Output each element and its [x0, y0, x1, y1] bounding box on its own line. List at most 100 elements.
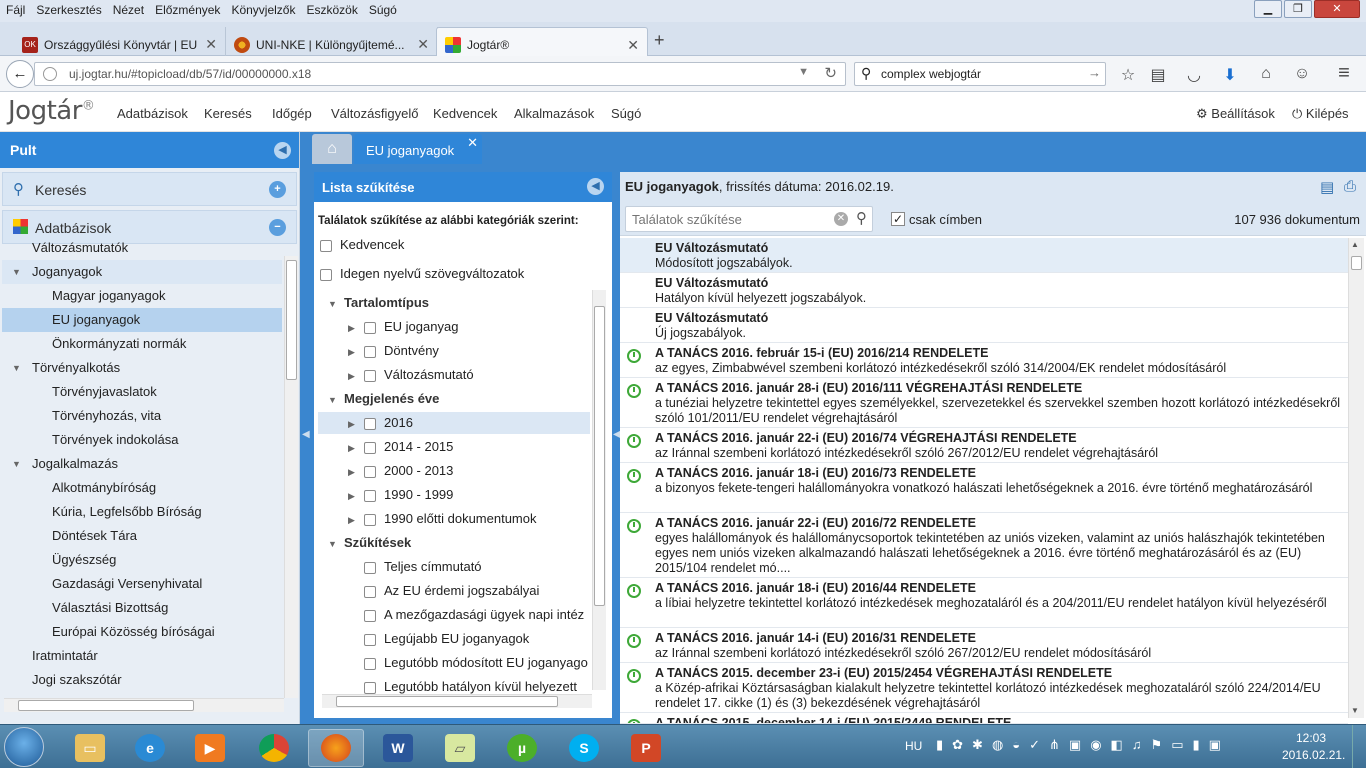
- results-filter-input[interactable]: ✕ ⚲: [625, 206, 873, 232]
- taskbar-ie[interactable]: e: [122, 729, 178, 767]
- collapse-arrow-icon[interactable]: ▼: [328, 293, 344, 314]
- tree-item[interactable]: Kúria, Legfelsőbb Bíróság: [2, 500, 282, 524]
- nav-kereses[interactable]: Keresés: [204, 106, 252, 121]
- result-row[interactable]: A TANÁCS 2015. december 14-i (EU) 2015/2…: [620, 713, 1348, 724]
- filter-category[interactable]: ▼ Tartalomtípus: [328, 292, 590, 314]
- filter-option[interactable]: A mezőgazdasági ügyek napi intéz: [364, 604, 590, 626]
- filter-checkbox[interactable]: [320, 268, 332, 281]
- tree-item[interactable]: Iratmintatár: [2, 644, 282, 668]
- result-title[interactable]: EU Változásmutató: [655, 276, 1348, 291]
- expand-arrow-icon[interactable]: ▶: [348, 317, 364, 338]
- filter-option[interactable]: ▶ 2014 - 2015: [348, 436, 590, 458]
- filter-checkbox[interactable]: [364, 657, 376, 670]
- result-row[interactable]: A TANÁCS 2016. január 14-i (EU) 2016/31 …: [620, 628, 1348, 663]
- result-title[interactable]: A TANÁCS 2016. január 14-i (EU) 2016/31 …: [655, 631, 1348, 646]
- reload-icon[interactable]: ↻: [824, 64, 837, 82]
- expand-arrow-icon[interactable]: ▶: [348, 365, 364, 386]
- clear-icon[interactable]: ✕: [834, 212, 848, 226]
- menu-history[interactable]: Előzmények: [149, 0, 225, 17]
- tree-item[interactable]: Döntések Tára: [2, 524, 282, 548]
- filter-checkbox[interactable]: [364, 465, 376, 478]
- result-row[interactable]: EU Változásmutató Hatályon kívül helyezet…: [620, 273, 1348, 308]
- filter-checkbox[interactable]: [364, 609, 376, 622]
- url-bar[interactable]: uj.jogtar.hu/#topicload/db/57/id/0000000…: [34, 62, 846, 86]
- tree-item[interactable]: Törvényhozás, vita: [2, 404, 282, 428]
- filter-checkbox[interactable]: [364, 633, 376, 646]
- language-indicator[interactable]: HU: [905, 739, 922, 753]
- taskbar-firefox[interactable]: [308, 729, 364, 767]
- scrollbar-thumb[interactable]: [594, 306, 605, 606]
- tree-item[interactable]: Magyar joganyagok: [2, 284, 282, 308]
- tree-item[interactable]: Ügyészség: [2, 548, 282, 572]
- result-row[interactable]: A TANÁCS 2016. január 18-i (EU) 2016/73 …: [620, 463, 1348, 513]
- filter-option[interactable]: Legutóbb módosított EU joganyago: [364, 652, 590, 674]
- tree-item[interactable]: Jogi szakszótár: [2, 668, 282, 692]
- download-icon[interactable]: ⬇: [1220, 65, 1240, 85]
- search-go-icon[interactable]: →: [1088, 65, 1101, 80]
- tree-item[interactable]: Gazdasági Versenyhivatal: [2, 572, 282, 596]
- expand-arrow-icon[interactable]: ▶: [348, 437, 364, 458]
- taskbar-word[interactable]: W: [370, 729, 426, 767]
- tree-item[interactable]: Alkotmánybíróság: [2, 476, 282, 500]
- result-row[interactable]: EU Változásmutató Új jogszabályok.: [620, 308, 1348, 343]
- clock-date[interactable]: 2016.02.21.: [1282, 748, 1345, 762]
- splitter-handle-icon[interactable]: ◀: [302, 420, 310, 450]
- filter-option[interactable]: ▶ EU joganyag: [348, 316, 590, 338]
- expand-arrow-icon[interactable]: ▼: [12, 260, 21, 284]
- only-title-checkbox[interactable]: ✓: [891, 212, 905, 226]
- result-title[interactable]: EU Változásmutató: [655, 311, 1348, 326]
- expand-arrow-icon[interactable]: ▶: [348, 461, 364, 482]
- nav-kedvencek[interactable]: Kedvencek: [433, 106, 497, 121]
- filter-checkbox[interactable]: [364, 513, 376, 526]
- system-tray-icons[interactable]: ▮✿✱◍◒✓⋔▣◉◧♫⚑▭▮▣: [936, 737, 1266, 757]
- collapse-arrow-icon[interactable]: ▼: [328, 389, 344, 410]
- tree-item[interactable]: Európai Közösség bíróságai: [2, 620, 282, 644]
- result-title[interactable]: A TANÁCS 2016. január 28-i (EU) 2016/111…: [655, 381, 1348, 396]
- nav-alkalmazasok[interactable]: Alkalmazások: [514, 106, 594, 121]
- bookmark-star-icon[interactable]: ☆: [1118, 65, 1138, 85]
- nav-idogep[interactable]: Időgép: [272, 106, 312, 121]
- result-title[interactable]: A TANÁCS 2015. december 23-i (EU) 2015/2…: [655, 666, 1348, 681]
- dropdown-arrow-icon[interactable]: ▼: [798, 66, 809, 78]
- show-desktop-button[interactable]: [1352, 725, 1366, 768]
- menu-file[interactable]: Fájl: [0, 0, 30, 17]
- filter-category[interactable]: ▼ Megjelenés éve: [328, 388, 590, 410]
- menu-help[interactable]: Súgó: [363, 0, 402, 17]
- filter-option[interactable]: ▶ 2000 - 2013: [348, 460, 590, 482]
- nav-valtozasfigyelo[interactable]: Változásfigyelő: [331, 106, 418, 121]
- browser-tab-jogtar[interactable]: Jogtár® ✕: [436, 27, 648, 56]
- taskbar-powerpoint[interactable]: P: [618, 729, 674, 767]
- tree-item[interactable]: Választási Bizottság: [2, 596, 282, 620]
- close-tab-icon[interactable]: ✕: [417, 36, 429, 53]
- filter-checkbox[interactable]: [320, 239, 332, 252]
- menu-edit[interactable]: Szerkesztés: [30, 0, 106, 17]
- taskbar-explorer[interactable]: ▭: [62, 729, 118, 767]
- scrollbar-thumb[interactable]: [1351, 256, 1362, 270]
- scrollbar-thumb[interactable]: [18, 700, 194, 711]
- result-title[interactable]: A TANÁCS 2016. január 18-i (EU) 2016/44 …: [655, 581, 1348, 596]
- taskbar-utorrent[interactable]: µ: [494, 729, 550, 767]
- filter-option[interactable]: ▶ 1990 előtti dokumentumok: [348, 508, 590, 530]
- taskbar-skype[interactable]: S: [556, 729, 612, 767]
- home-tab-icon[interactable]: ⌂: [312, 134, 352, 164]
- filter-option[interactable]: ▶ 1990 - 1999: [348, 484, 590, 506]
- filter-category[interactable]: ▼ Szűkítések: [328, 532, 590, 554]
- filter-favorites[interactable]: Kedvencek: [320, 234, 590, 256]
- tree-item[interactable]: Önkormányzati normák: [2, 332, 282, 356]
- browser-tab-uni-nke[interactable]: UNI-NKE | Különgyűjtemé... ✕: [226, 27, 438, 56]
- result-row[interactable]: A TANÁCS 2016. február 15-i (EU) 2016/21…: [620, 343, 1348, 378]
- result-title[interactable]: A TANÁCS 2016. január 22-i (EU) 2016/74 …: [655, 431, 1348, 446]
- expand-plus-icon[interactable]: +: [269, 181, 286, 198]
- hamburger-menu-icon[interactable]: ≡: [1334, 62, 1354, 85]
- menu-view[interactable]: Nézet: [107, 0, 149, 17]
- tree-vertical-scrollbar[interactable]: [284, 256, 298, 698]
- browser-tab-ogyk[interactable]: OK Országgyűlési Könyvtár | EU ✕: [14, 27, 226, 56]
- filter-foreign-language[interactable]: Idegen nyelvű szövegváltozatok: [320, 263, 590, 285]
- filter-checkbox[interactable]: [364, 321, 376, 334]
- tree-item[interactable]: ▼ Törvényalkotás: [2, 356, 282, 380]
- minimize-button[interactable]: ▁: [1254, 0, 1282, 18]
- result-row[interactable]: A TANÁCS 2016. január 22-i (EU) 2016/74 …: [620, 428, 1348, 463]
- result-row[interactable]: EU Változásmutató Módosított jogszabályok…: [620, 238, 1348, 273]
- restore-button[interactable]: ❐: [1284, 0, 1312, 18]
- pult-search-section[interactable]: ⚲ Keresés +: [2, 172, 297, 206]
